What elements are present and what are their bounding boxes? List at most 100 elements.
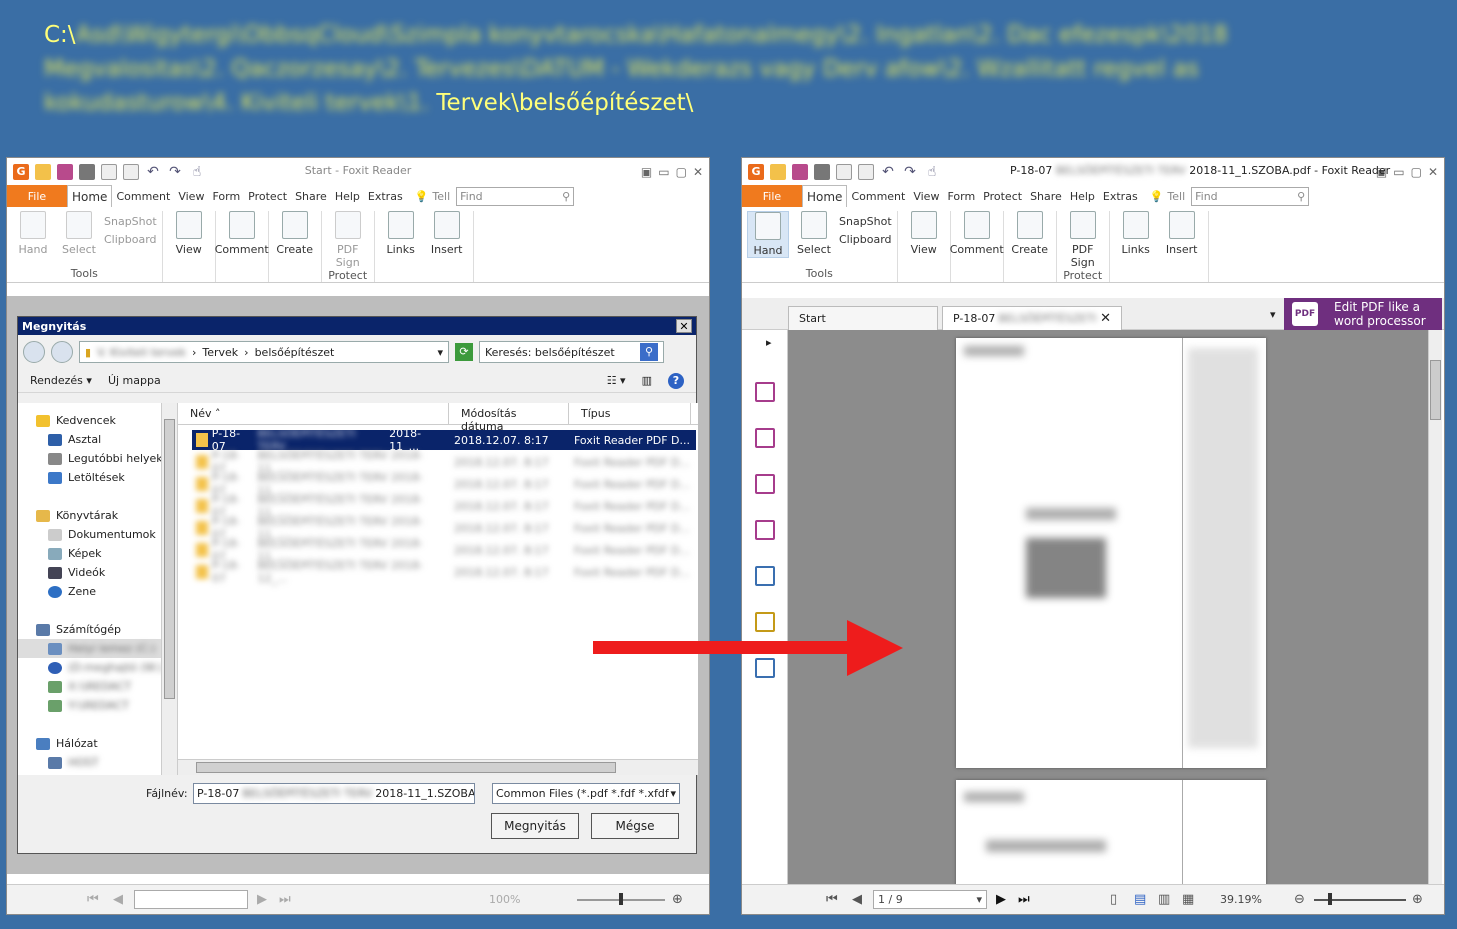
layers-icon[interactable]: [755, 474, 775, 494]
restore-icon[interactable]: ▢: [1411, 165, 1422, 179]
file-row[interactable]: P-18-07 BELSŐÉPÍTÉSZETI TERV 2018-11_... …: [192, 449, 696, 475]
nav-scrollbar[interactable]: [161, 403, 177, 775]
tell-me[interactable]: 💡 Tell: [415, 185, 450, 207]
tab-help[interactable]: Help: [331, 185, 364, 207]
facing-page-icon[interactable]: ▥: [1158, 892, 1170, 907]
nav-drive-x[interactable]: X:\\REDACT: [18, 677, 177, 696]
tab-extras[interactable]: Extras: [364, 185, 407, 207]
help-icon[interactable]: ?: [668, 372, 684, 389]
zoom-value[interactable]: 100%: [489, 893, 520, 906]
ribbon-options-icon[interactable]: ▣: [1376, 165, 1387, 179]
find-input[interactable]: Find ⚲: [456, 187, 575, 206]
create-button[interactable]: Create: [274, 211, 316, 256]
minimize-icon[interactable]: ▭: [658, 165, 669, 179]
breadcrumb[interactable]: ▮ V. Kiviteli tervek › Tervek › belsőépí…: [79, 341, 449, 363]
zoom-slider-knob[interactable]: [619, 893, 623, 905]
undo-icon[interactable]: ↶: [145, 164, 161, 180]
document-scrollbar[interactable]: [1428, 330, 1442, 886]
column-modified[interactable]: Módosítás dátuma: [449, 403, 569, 433]
tab-share[interactable]: Share: [1026, 185, 1066, 207]
nav-host[interactable]: HOST: [18, 753, 177, 772]
tab-list-chevron-icon[interactable]: ▾: [1270, 308, 1276, 321]
forward-button[interactable]: [51, 341, 73, 363]
foxit-logo-icon[interactable]: G: [13, 163, 29, 180]
nav-computer[interactable]: Számítógép: [18, 620, 177, 639]
create-icon[interactable]: [858, 163, 874, 180]
tab-extras[interactable]: Extras: [1099, 185, 1142, 207]
foxit-logo-icon[interactable]: G: [748, 163, 764, 180]
chevron-down-icon[interactable]: ▾: [670, 787, 676, 800]
nav-music[interactable]: Zene: [18, 582, 177, 601]
file-row-selected[interactable]: P-18-07 BELSŐÉPÍTÉSZETI TERV 2018-11_... 2…: [192, 427, 696, 453]
open-folder-icon[interactable]: [770, 163, 786, 180]
new-document-icon[interactable]: [836, 163, 852, 180]
prev-page-icon[interactable]: ◀: [852, 892, 862, 907]
redo-icon[interactable]: ↷: [167, 164, 183, 180]
redo-icon[interactable]: ↷: [902, 164, 918, 180]
select-tool-button[interactable]: Select: [58, 211, 100, 256]
file-menu[interactable]: File: [7, 185, 67, 207]
document-scroll-thumb[interactable]: [1430, 360, 1441, 420]
chevron-down-icon[interactable]: ▾: [976, 893, 982, 906]
last-page-icon[interactable]: ⏭: [279, 892, 291, 907]
pages-thumbnail-icon[interactable]: [755, 428, 775, 448]
nav-drive-d[interactable]: (D:meghajtó (W:): [18, 658, 177, 677]
tab-home[interactable]: Home: [67, 185, 113, 207]
close-icon[interactable]: ✕: [1428, 165, 1438, 179]
tab-protect[interactable]: Protect: [244, 185, 291, 207]
zoom-slider-knob[interactable]: [1328, 893, 1332, 905]
nav-videos[interactable]: Videók: [18, 563, 177, 582]
document-view[interactable]: [788, 330, 1428, 900]
file-row[interactable]: P-18-07 BELSŐÉPÍTÉSZETI TERV 2018-11_... …: [192, 493, 696, 519]
tab-form[interactable]: Form: [943, 185, 979, 207]
next-page-icon[interactable]: ▶: [996, 892, 1006, 907]
print-icon[interactable]: [79, 163, 95, 180]
file-row[interactable]: P-18-07 BELSŐÉPÍTÉSZETI TERV 2018-11_... …: [192, 537, 696, 563]
comment-button[interactable]: Comment: [215, 211, 269, 256]
breadcrumb-belsoepiteszet[interactable]: belsőépítészet: [255, 346, 335, 359]
nav-desktop[interactable]: Asztal: [18, 430, 177, 449]
back-button[interactable]: [23, 341, 45, 363]
tab-share[interactable]: Share: [291, 185, 331, 207]
chevron-down-icon[interactable]: ▾: [437, 346, 443, 359]
tell-me[interactable]: 💡 Tell: [1150, 185, 1185, 207]
save-icon[interactable]: [57, 163, 73, 180]
insert-button[interactable]: Insert: [1161, 211, 1203, 256]
pdf-page-2[interactable]: [956, 780, 1266, 900]
tab-comment[interactable]: Comment: [847, 185, 909, 207]
find-input[interactable]: Find ⚲: [1191, 187, 1310, 206]
search-icon[interactable]: ⚲: [562, 190, 570, 203]
expand-sidebar-icon[interactable]: ▸: [766, 336, 772, 349]
attachments-icon[interactable]: [755, 566, 775, 586]
pdf-page-1[interactable]: [956, 338, 1266, 768]
hand-tool-button[interactable]: Hand: [12, 211, 54, 256]
select-tool-button[interactable]: Select: [793, 211, 835, 258]
organize-button[interactable]: Rendezés ▾: [30, 374, 92, 387]
filetype-select[interactable]: Common Files (*.pdf *.fdf *.xfdf ▾: [492, 783, 680, 804]
continuous-page-icon[interactable]: ▤: [1134, 892, 1146, 907]
view-button[interactable]: View: [903, 211, 945, 256]
close-tab-icon[interactable]: ✕: [1100, 311, 1111, 326]
last-page-icon[interactable]: ⏭: [1018, 892, 1030, 907]
tab-comment[interactable]: Comment: [112, 185, 174, 207]
nav-pictures[interactable]: Képek: [18, 544, 177, 563]
nav-drive-c[interactable]: Helyi lemez (C:): [18, 639, 177, 658]
tab-view[interactable]: View: [174, 185, 208, 207]
zoom-out-icon[interactable]: ⊖: [1294, 892, 1305, 907]
file-row[interactable]: P-18-07 BELSŐÉPÍTÉSZETI TERV 2018-12_... …: [192, 559, 696, 585]
page-number-input[interactable]: 1 / 9 ▾: [873, 890, 987, 909]
links-button[interactable]: Links: [380, 211, 422, 256]
new-document-icon[interactable]: [101, 163, 117, 180]
ribbon-options-icon[interactable]: ▣: [641, 165, 652, 179]
search-input[interactable]: Keresés: belsőépítészet ⚲: [479, 341, 664, 363]
undo-icon[interactable]: ↶: [880, 164, 896, 180]
new-folder-button[interactable]: Új mappa: [108, 374, 161, 387]
first-page-icon[interactable]: ⏮: [87, 892, 99, 907]
cancel-button[interactable]: Mégse: [591, 813, 679, 839]
edit-pdf-promo[interactable]: PDF Edit PDF like a word processor: [1284, 298, 1442, 330]
column-type[interactable]: Típus: [569, 403, 691, 424]
prev-page-icon[interactable]: ◀: [113, 892, 123, 907]
zoom-in-icon[interactable]: ⊕: [672, 892, 683, 907]
page-number-input[interactable]: [134, 890, 248, 909]
clipboard-button[interactable]: Clipboard: [104, 233, 157, 246]
